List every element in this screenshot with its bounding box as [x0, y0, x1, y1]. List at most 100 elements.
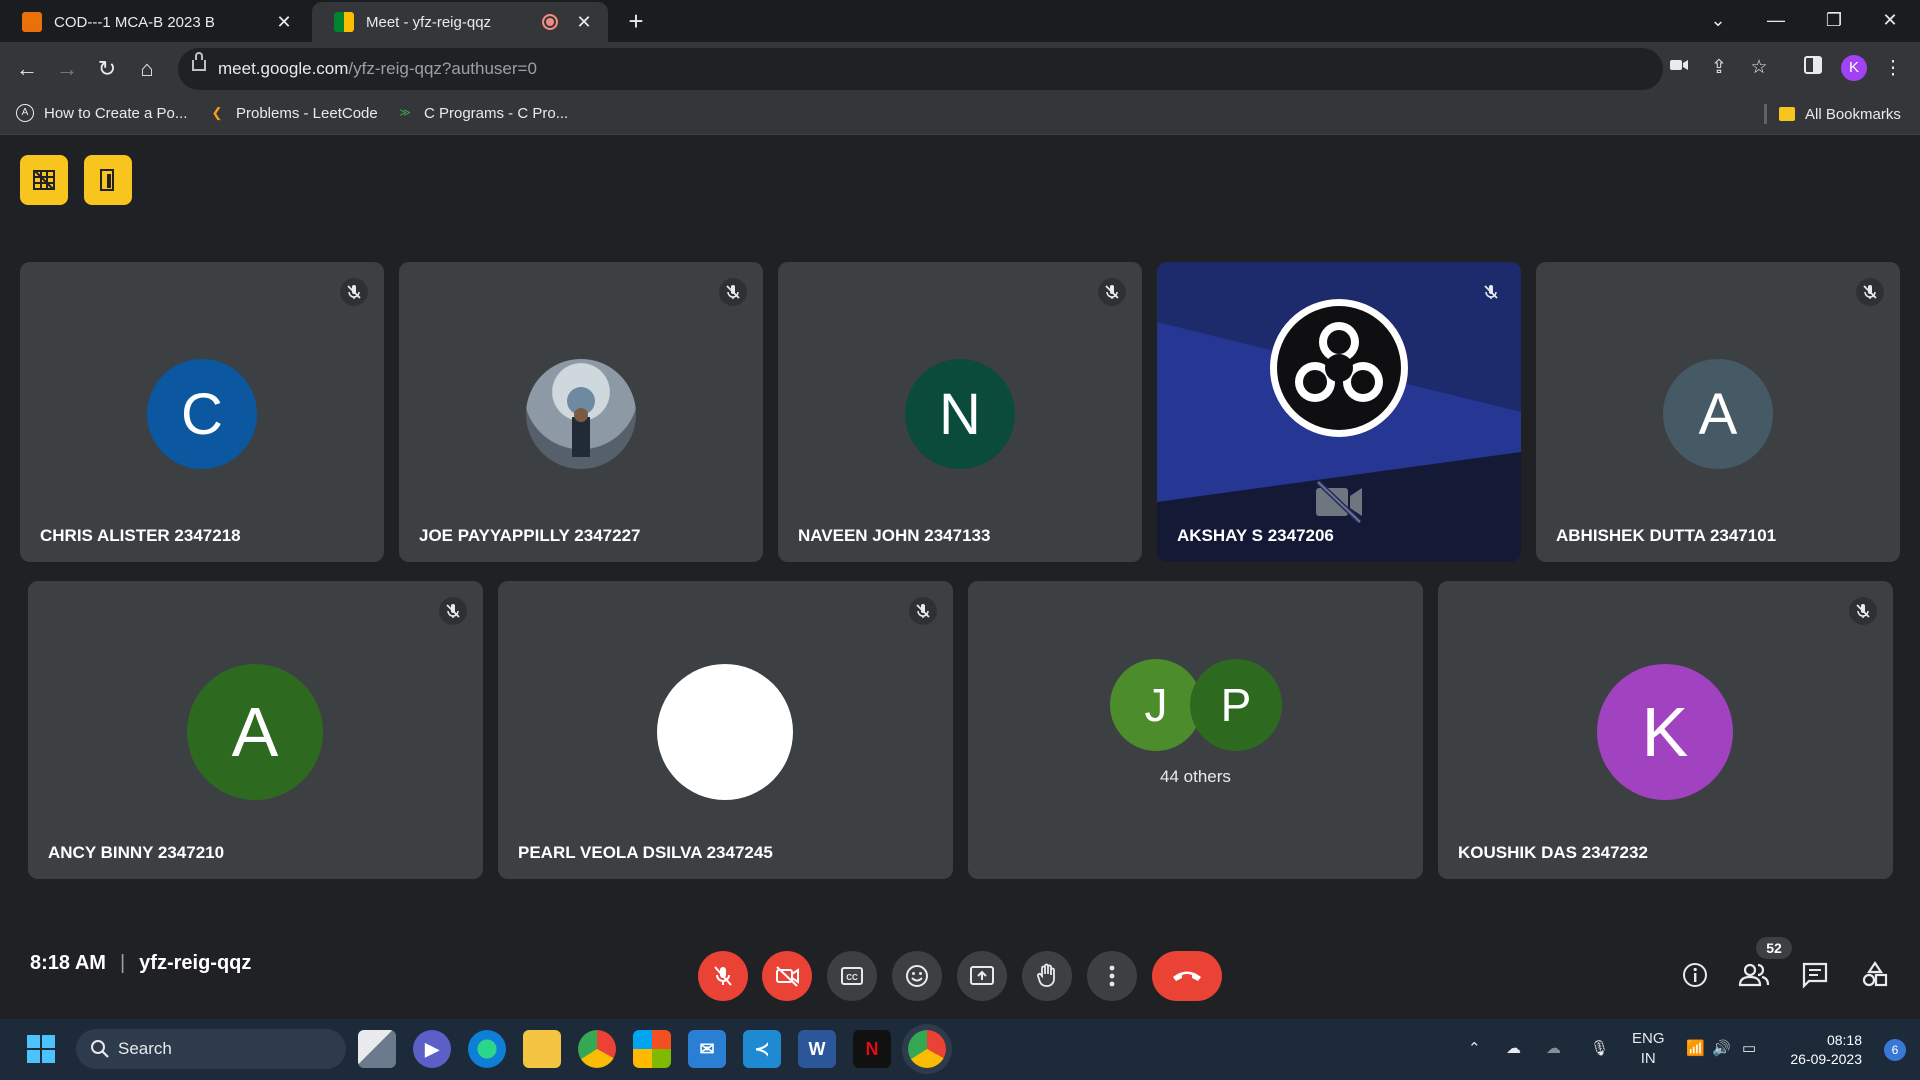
participant-tile[interactable]: AKSHAY S 2347206 — [1157, 262, 1521, 562]
others-tile[interactable]: J P 44 others — [968, 581, 1423, 879]
meet-main: C CHRIS ALISTER 2347218 JOE PAYYAPPILLY … — [0, 135, 1920, 1019]
system-time: 08:18 — [1826, 1032, 1862, 1048]
reactions-button[interactable] — [892, 951, 942, 1001]
volume-icon[interactable]: 🔊 — [1712, 1039, 1731, 1057]
tab-meet[interactable]: Meet - yfz-reig-qqz ✕ — [312, 2, 608, 42]
leave-call-button[interactable] — [1152, 951, 1222, 1001]
tab-search-icon[interactable]: ⌄ — [1690, 0, 1746, 40]
forward-icon[interactable]: → — [50, 52, 84, 86]
url-text: meet.google.com/yfz-reig-qqz?authuser=0 — [218, 59, 537, 79]
muted-mic-icon — [1856, 278, 1884, 306]
bookmark-item[interactable]: A How to Create a Po... — [16, 104, 187, 122]
raise-hand-button[interactable] — [1022, 951, 1072, 1001]
extension-leave-button[interactable] — [84, 155, 132, 205]
extension-grid-button[interactable] — [20, 155, 68, 205]
word-icon[interactable]: W — [798, 1030, 836, 1068]
closed-captions-icon: CC — [841, 967, 863, 985]
participant-tile[interactable]: A ANCY BINNY 2347210 — [28, 581, 483, 879]
participant-name: KOUSHIK DAS 2347232 — [1458, 843, 1648, 862]
more-vert-icon — [1109, 965, 1115, 987]
system-clock[interactable]: 08:18 26-09-2023 — [1790, 1031, 1862, 1069]
meeting-details-icon[interactable] — [1677, 957, 1713, 993]
windows-start-icon[interactable] — [22, 1030, 60, 1068]
muted-mic-icon — [719, 278, 747, 306]
address-bar[interactable]: meet.google.com/yfz-reig-qqz?authuser=0 … — [178, 48, 1768, 90]
close-window-button[interactable]: ✕ — [1862, 0, 1918, 40]
bookmark-item[interactable]: ❮ Problems - LeetCode — [208, 104, 378, 122]
participant-tile[interactable]: A ABHISHEK DUTTA 2347101 — [1536, 262, 1900, 562]
muted-mic-icon — [1098, 278, 1126, 306]
wifi-icon[interactable]: 📶 — [1686, 1039, 1705, 1057]
participant-tile[interactable]: K KOUSHIK DAS 2347232 — [1438, 581, 1893, 879]
chrome-profile-icon[interactable] — [908, 1030, 946, 1068]
home-icon[interactable]: ⌂ — [130, 52, 164, 86]
participant-name: ABHISHEK DUTTA 2347101 — [1556, 526, 1777, 545]
muted-mic-icon — [439, 597, 467, 625]
captions-button[interactable]: CC — [827, 951, 877, 1001]
participant-name: JOE PAYYAPPILLY 2347227 — [419, 526, 641, 545]
activities-icon[interactable] — [1857, 957, 1893, 993]
browser-toolbar: ← → ↻ ⌂ meet.google.com/yfz-reig-qqz?aut… — [0, 42, 1920, 96]
bookmark-label: C Programs - C Pro... — [424, 104, 569, 122]
avatar: A — [1663, 359, 1773, 469]
participant-tile[interactable]: PEARL VEOLA DSILVA 2347245 — [498, 581, 953, 879]
reload-icon[interactable]: ↻ — [90, 52, 124, 86]
file-explorer-icon[interactable] — [523, 1030, 561, 1068]
onedrive-personal-icon[interactable]: ☁ — [1546, 1039, 1561, 1057]
avatar — [526, 359, 636, 469]
chat-icon[interactable] — [1797, 957, 1833, 993]
tab-classroom[interactable]: COD---1 MCA-B 2023 B ✕ — [0, 2, 308, 42]
chrome-icon[interactable] — [578, 1030, 616, 1068]
battery-icon[interactable]: ▭ — [1742, 1039, 1756, 1057]
teams-chat-icon[interactable]: ▶ — [413, 1030, 451, 1068]
participant-name: NAVEEN JOHN 2347133 — [798, 526, 991, 545]
profile-avatar[interactable]: K — [1841, 55, 1867, 81]
more-options-button[interactable] — [1087, 951, 1137, 1001]
avatar: J — [1110, 659, 1202, 751]
microphone-toggle-button[interactable] — [698, 951, 748, 1001]
present-screen-button[interactable] — [957, 951, 1007, 1001]
recording-indicator-icon — [542, 14, 558, 30]
edge-icon[interactable] — [468, 1030, 506, 1068]
url-host: meet.google.com — [218, 59, 349, 78]
bookmarks-bar: A How to Create a Po... ❮ Problems - Lee… — [0, 96, 1920, 135]
minimize-button[interactable]: — — [1748, 0, 1804, 40]
participant-name: CHRIS ALISTER 2347218 — [40, 526, 241, 545]
restore-button[interactable]: ❐ — [1806, 0, 1862, 40]
vscode-icon[interactable]: ≺ — [743, 1030, 781, 1068]
netflix-icon[interactable]: N — [853, 1030, 891, 1068]
browser-menu-icon[interactable]: ⋮ — [1880, 56, 1906, 82]
chevron-up-icon[interactable]: ⌃ — [1468, 1039, 1481, 1057]
camera-in-use-icon[interactable] — [1666, 55, 1692, 81]
new-tab-button[interactable]: + — [622, 6, 650, 36]
close-icon[interactable]: ✕ — [574, 12, 594, 33]
tab-title: COD---1 MCA-B 2023 B — [54, 13, 215, 31]
bookmark-favicon-icon: ≫ — [399, 107, 411, 119]
camera-toggle-button[interactable] — [762, 951, 812, 1001]
close-icon[interactable]: ✕ — [274, 12, 294, 33]
bookmark-star-icon[interactable]: ☆ — [1746, 55, 1772, 81]
share-icon[interactable]: ⇪ — [1706, 55, 1732, 81]
notification-badge[interactable]: 6 — [1884, 1039, 1906, 1061]
tab-title: Meet - yfz-reig-qqz — [366, 13, 492, 31]
present-icon — [970, 966, 994, 985]
taskbar-search-box[interactable]: Search — [76, 1029, 346, 1069]
participant-tile[interactable]: N NAVEEN JOHN 2347133 — [778, 262, 1142, 562]
search-icon — [91, 1040, 109, 1058]
meeting-code: yfz-reig-qqz — [139, 952, 252, 974]
participant-tile[interactable]: JOE PAYYAPPILLY 2347227 — [399, 262, 763, 562]
task-view-icon[interactable] — [358, 1030, 396, 1068]
microphone-icon[interactable]: 🎙 — [1590, 1039, 1609, 1057]
tab-strip: COD---1 MCA-B 2023 B ✕ Meet - yfz-reig-q… — [0, 0, 1920, 42]
all-bookmarks-button[interactable]: All Bookmarks — [1764, 104, 1901, 124]
side-panel-icon[interactable] — [1800, 56, 1826, 82]
microsoft-store-icon[interactable] — [633, 1030, 671, 1068]
participant-tile[interactable]: C CHRIS ALISTER 2347218 — [20, 262, 384, 562]
language-indicator[interactable]: ENG IN — [1632, 1029, 1665, 1069]
bookmark-item[interactable]: ≫ C Programs - C Pro... — [396, 104, 568, 122]
back-icon[interactable]: ← — [10, 52, 44, 86]
leetcode-icon: ❮ — [211, 105, 223, 120]
people-icon[interactable] — [1736, 957, 1772, 993]
mail-icon[interactable]: ✉ — [688, 1030, 726, 1068]
onedrive-icon[interactable]: ☁ — [1506, 1039, 1521, 1057]
